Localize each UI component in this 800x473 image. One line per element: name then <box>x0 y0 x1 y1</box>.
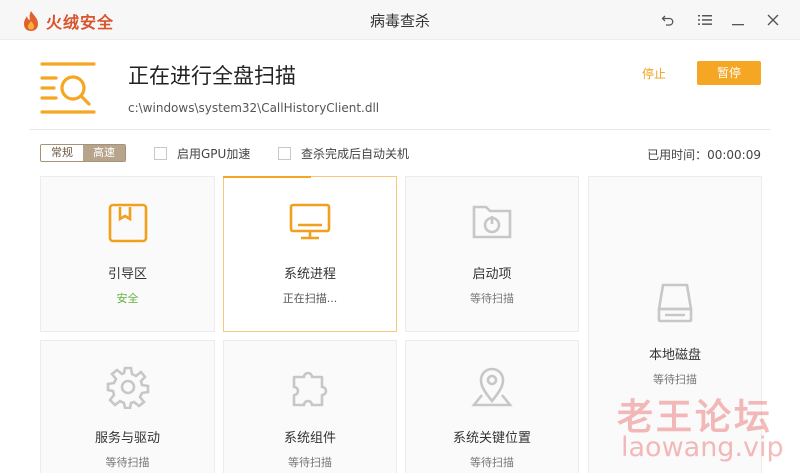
watermark-url: laowang.vip <box>621 432 784 463</box>
flame-logo-icon <box>24 11 38 31</box>
pause-button[interactable]: 暂停 <box>697 61 761 85</box>
shutdown-checkbox-box[interactable] <box>278 147 291 160</box>
disk-icon <box>657 283 693 323</box>
minimize-icon <box>732 24 744 26</box>
monitor-icon <box>289 203 331 240</box>
app-logo: 火绒安全 <box>22 9 114 33</box>
close-button[interactable] <box>761 8 785 32</box>
gpu-checkbox-box[interactable] <box>154 147 167 160</box>
gpu-accel-checkbox[interactable]: 启用GPU加速 <box>154 145 250 162</box>
card-system-process[interactable]: 系统进程 正在扫描... <box>223 176 397 332</box>
back-button[interactable] <box>656 8 680 32</box>
card-status: 等待扫描 <box>470 292 514 305</box>
gpu-checkbox-label: 启用GPU加速 <box>177 147 251 161</box>
card-status: 等待扫描 <box>470 456 514 469</box>
card-name: 服务与驱动 <box>94 431 160 446</box>
close-icon <box>767 14 779 26</box>
scan-mode-toggle: 常规 高速 <box>40 144 126 162</box>
title-bar: 火绒安全 病毒查杀 <box>0 0 800 40</box>
card-status: 安全 <box>116 292 139 305</box>
menu-button[interactable] <box>693 8 717 32</box>
puzzle-icon <box>292 371 328 407</box>
boot-sector-icon <box>108 203 147 243</box>
card-status: 正在扫描... <box>282 292 338 305</box>
undo-icon <box>661 15 674 26</box>
card-services-drivers[interactable]: 服务与驱动 等待扫描 <box>40 340 215 473</box>
location-pin-icon <box>471 367 513 407</box>
card-system-components[interactable]: 系统组件 等待扫描 <box>223 340 397 473</box>
card-progress-line <box>223 176 311 178</box>
card-status: 等待扫描 <box>288 456 332 469</box>
card-name: 本地磁盘 <box>648 348 701 363</box>
stop-button[interactable]: 停止 <box>642 65 666 82</box>
startup-icon <box>472 205 512 239</box>
card-name: 系统组件 <box>283 431 336 446</box>
card-name: 系统进程 <box>283 267 336 282</box>
mode-normal-option[interactable]: 常规 <box>41 145 83 161</box>
scan-title: 正在进行全盘扫描 <box>128 64 296 88</box>
card-status: 等待扫描 <box>653 373 697 386</box>
shutdown-checkbox-label: 查杀完成后自动关机 <box>301 147 410 161</box>
elapsed-time: 已用时间：00:00:09 <box>647 148 761 162</box>
header-divider <box>30 129 770 130</box>
card-name: 引导区 <box>107 267 147 282</box>
minimize-button[interactable] <box>726 8 750 32</box>
card-name: 系统关键位置 <box>452 431 531 446</box>
current-scan-file: c:\windows\system32\CallHistoryClient.dl… <box>128 101 380 115</box>
menu-list-icon <box>698 15 712 25</box>
scan-magnifier-icon <box>40 62 96 114</box>
card-startup-items[interactable]: 启动项 等待扫描 <box>405 176 579 332</box>
gear-icon <box>106 366 149 409</box>
mode-fast-option[interactable]: 高速 <box>83 145 125 161</box>
app-logo-text: 火绒安全 <box>46 13 115 32</box>
card-critical-locations[interactable]: 系统关键位置 等待扫描 <box>405 340 579 473</box>
window-title: 病毒查杀 <box>369 12 430 30</box>
card-name: 启动项 <box>472 267 512 282</box>
auto-shutdown-checkbox[interactable]: 查杀完成后自动关机 <box>278 145 409 162</box>
card-status: 等待扫描 <box>105 456 150 469</box>
card-boot-sector[interactable]: 引导区 安全 <box>40 176 215 332</box>
